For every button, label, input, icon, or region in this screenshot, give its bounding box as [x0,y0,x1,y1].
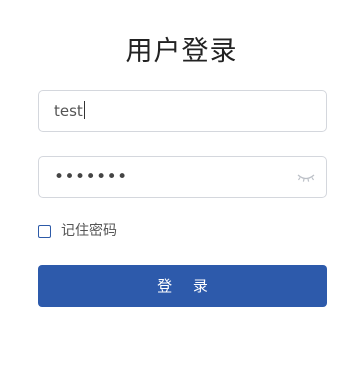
page-title: 用户登录 [125,36,238,67]
username-field[interactable]: test [38,90,327,132]
remember-password-label[interactable]: 记住密码 [61,222,117,240]
eye-closed-icon[interactable] [296,168,316,186]
login-button[interactable]: 登 录 [38,265,327,307]
password-field[interactable]: ••••••• [38,156,327,198]
remember-password-checkbox[interactable] [38,224,51,238]
password-value: ••••••• [54,167,128,187]
username-value: test [54,91,85,131]
remember-password-option[interactable]: 记住密码 [38,222,117,240]
